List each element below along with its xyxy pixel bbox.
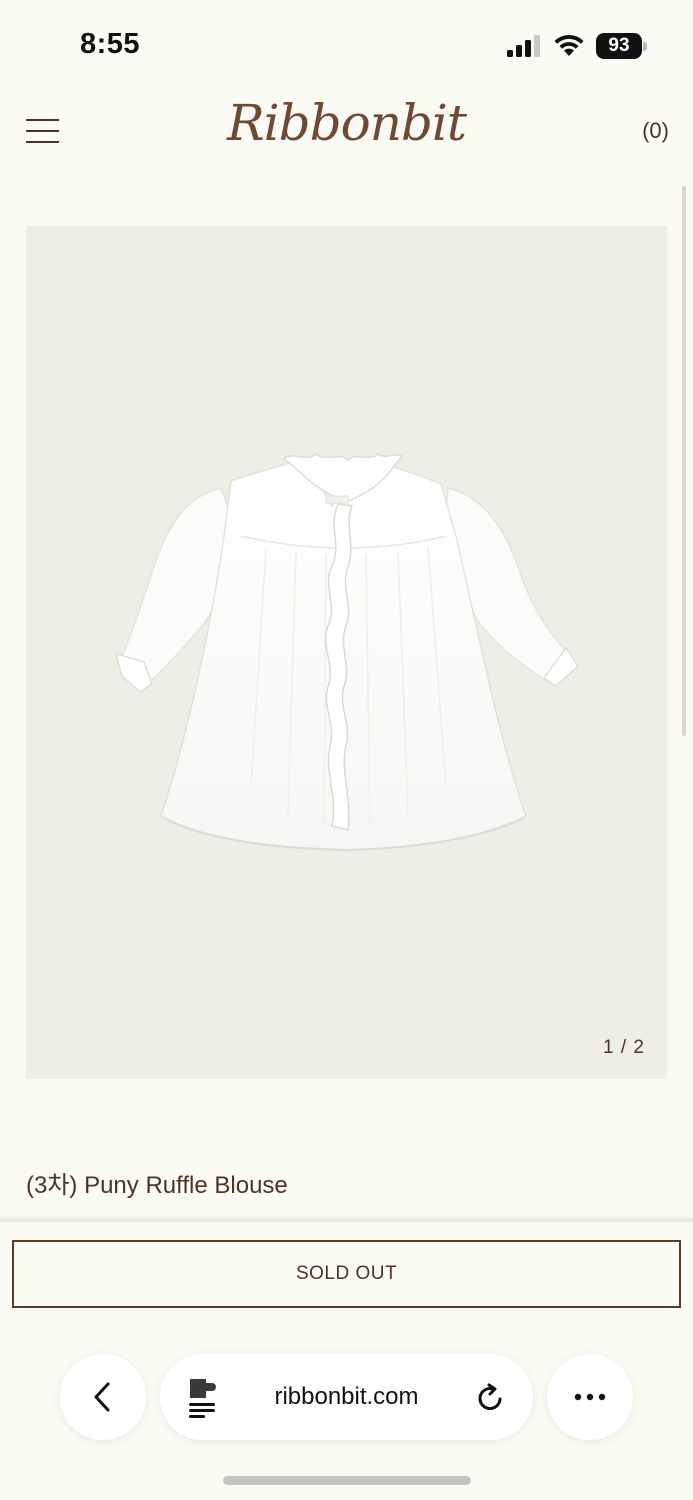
more-options-button[interactable]: [547, 1354, 633, 1440]
status-bar: 8:55 93: [0, 0, 693, 90]
wifi-icon: [554, 34, 584, 56]
back-chevron-icon: [94, 1382, 110, 1412]
back-button[interactable]: [60, 1354, 146, 1440]
battery-cap: [643, 42, 647, 51]
product-image-carousel[interactable]: 1 / 2: [26, 226, 667, 1079]
battery-level: 93: [596, 33, 642, 59]
sold-out-button[interactable]: SOLD OUT: [12, 1240, 681, 1308]
signal-icon: [507, 35, 540, 57]
browser-toolbar: ribbonbit.com: [0, 1350, 693, 1450]
site-header: Ribbonbit (0): [0, 90, 693, 190]
site-logo[interactable]: Ribbonbit: [0, 94, 693, 152]
product-title: (3차) Puny Ruffle Blouse: [26, 1172, 288, 1199]
page-scrollbar[interactable]: [682, 186, 686, 736]
image-counter: 1 / 2: [603, 1037, 645, 1058]
product-photo-blouse: [114, 453, 579, 852]
address-bar[interactable]: ribbonbit.com: [160, 1354, 533, 1440]
battery-icon: 93: [596, 33, 648, 59]
status-time: 8:55: [80, 28, 141, 60]
more-dots-icon: [574, 1393, 606, 1401]
home-indicator[interactable]: [223, 1476, 471, 1485]
reload-icon[interactable]: [475, 1382, 507, 1414]
cart-button[interactable]: (0): [642, 118, 669, 144]
